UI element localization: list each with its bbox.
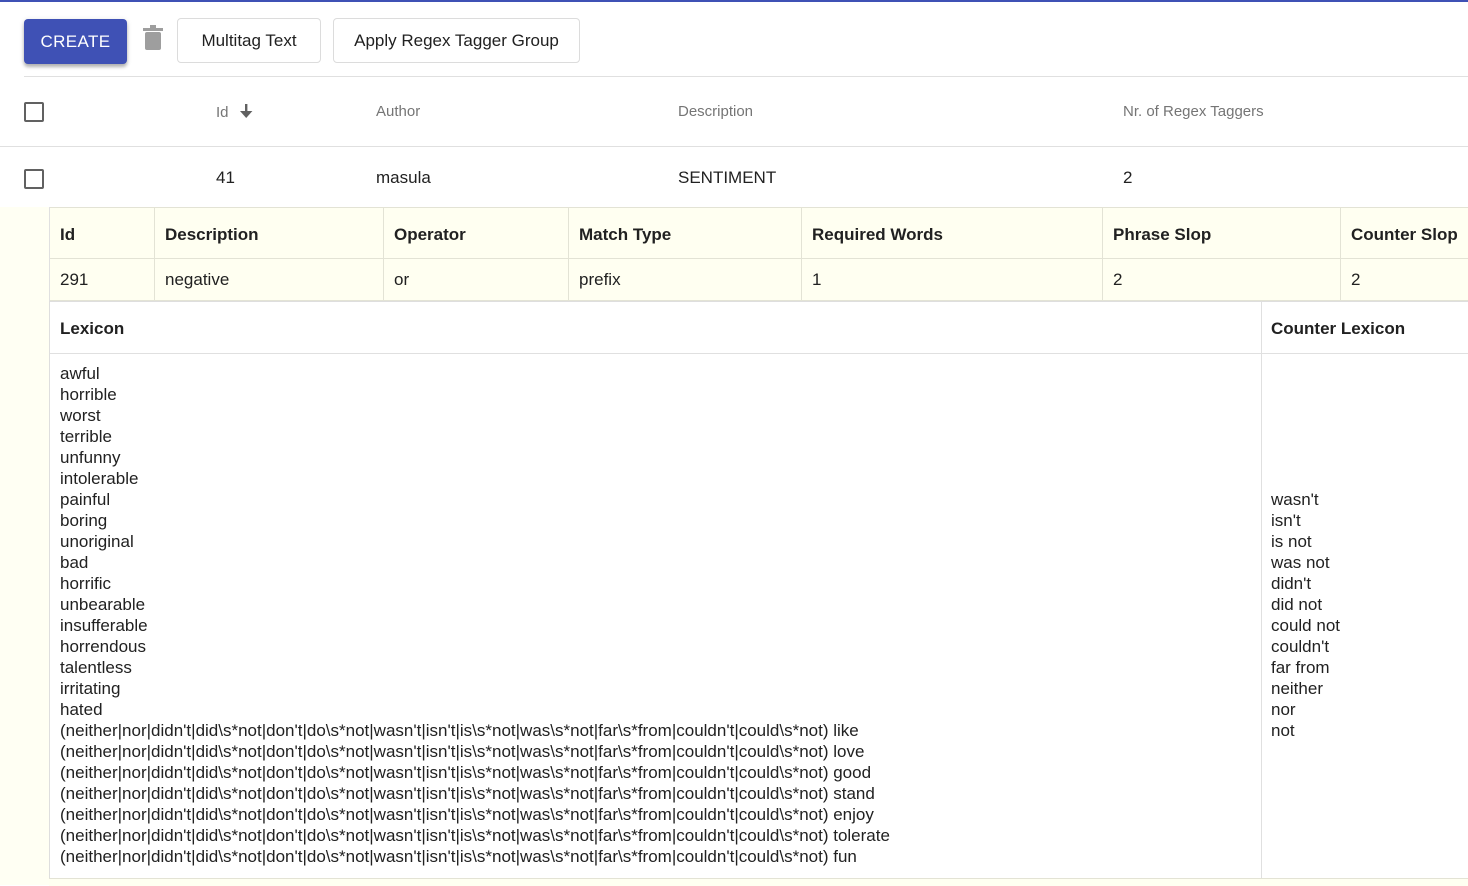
lexicon-item: (neither|nor|didn't|did\s*not|don't|do\s…: [60, 742, 865, 761]
toolbar-divider: [24, 76, 1468, 77]
sub-table-top-border: [50, 207, 1468, 208]
sub-header-description: Description: [165, 225, 259, 244]
sub-header-id: Id: [60, 225, 76, 244]
lexicon-item: irritating: [60, 679, 121, 698]
lexicon-item: horrendous: [60, 637, 147, 656]
sub-table-col-divider: [568, 207, 569, 301]
counter-lexicon-list: wasn't isn't is not was not didn't did not cou…: [1271, 489, 1340, 741]
select-all-checkbox[interactable]: [24, 102, 44, 122]
column-header-id-label: Id: [216, 103, 229, 121]
sub-header-required-words: Required Words: [812, 225, 943, 244]
lexicon-item: hated: [60, 700, 103, 719]
lexicon-item: far from: [1271, 658, 1330, 677]
arrow-down-icon[interactable]: [239, 103, 253, 123]
sub-table-col-divider: [383, 207, 384, 301]
lexicon-item: (neither|nor|didn't|did\s*not|don't|do\s…: [60, 847, 857, 866]
column-header-author[interactable]: Author: [376, 103, 420, 120]
lexicon-header-divider: [50, 353, 1468, 354]
sub-table-col-divider: [1102, 207, 1103, 301]
lexicon-panel: Lexicon Counter Lexicon awful horrible wor…: [49, 301, 1468, 880]
lexicon-item: isn't: [1271, 511, 1301, 530]
lexicon-column-divider: [1261, 302, 1262, 879]
lexicon-item: horrific: [60, 574, 112, 593]
sub-table-header-divider: [50, 258, 1468, 259]
lexicon-item: talentless: [60, 658, 132, 677]
lexicon-item: couldn't: [1271, 637, 1330, 656]
lexicon-item: boring: [60, 511, 108, 530]
lexicon-list: awful horrible worst terrible unfunny intoler…: [60, 363, 890, 867]
lexicon-title: Lexicon: [60, 319, 125, 338]
sub-table-col-divider: [801, 207, 802, 301]
row-checkbox[interactable]: [24, 169, 44, 189]
sub-header-match-type: Match Type: [579, 225, 672, 244]
sub-row-match-type: prefix: [579, 270, 621, 289]
sub-row-operator: or: [394, 270, 410, 289]
sub-header-operator: Operator: [394, 225, 466, 244]
sub-row-id: 291: [60, 270, 89, 289]
lexicon-item: was not: [1271, 553, 1330, 572]
lexicon-item: not: [1271, 721, 1295, 740]
trash-icon[interactable]: [141, 25, 165, 53]
header-divider: [216, 146, 1468, 147]
lexicon-item: is not: [1271, 532, 1312, 551]
lexicon-item: insufferable: [60, 616, 148, 635]
create-button[interactable]: CREATE: [24, 19, 127, 64]
sub-row-counter-slop: 2: [1351, 270, 1361, 289]
sub-header-phrase-slop: Phrase Slop: [1113, 225, 1212, 244]
column-header-description[interactable]: Description: [678, 103, 753, 120]
lexicon-item: worst: [60, 406, 101, 425]
column-header-nr-regex-taggers[interactable]: Nr. of Regex Taggers: [1123, 103, 1264, 120]
lexicon-item: didn't: [1271, 574, 1312, 593]
toolbar: CREATE Multitag Text Apply Regex Tagger …: [0, 0, 1468, 76]
lexicon-item: intolerable: [60, 469, 139, 488]
lexicon-item: (neither|nor|didn't|did\s*not|don't|do\s…: [60, 721, 859, 740]
counter-lexicon-title: Counter Lexicon: [1271, 319, 1406, 338]
lexicon-item: unoriginal: [60, 532, 134, 551]
lexicon-item: (neither|nor|didn't|did\s*not|don't|do\s…: [60, 763, 872, 782]
sub-row-required-words: 1: [812, 270, 822, 289]
lexicon-item: bad: [60, 553, 89, 572]
sub-table-col-divider: [1340, 207, 1341, 301]
row-id: 41: [216, 168, 235, 187]
header-divider-left: [0, 146, 216, 147]
apply-regex-tagger-group-button[interactable]: Apply Regex Tagger Group: [333, 18, 580, 63]
lexicon-item: horrible: [60, 385, 117, 404]
lexicon-item: could not: [1271, 616, 1340, 635]
column-header-id[interactable]: Id: [216, 103, 253, 123]
regex-tagger-table: Id Description Operator Match Type Requi…: [49, 207, 1468, 301]
lexicon-item: (neither|nor|didn't|did\s*not|don't|do\s…: [60, 826, 890, 845]
lexicon-item: wasn't: [1271, 490, 1319, 509]
sub-table-col-divider: [154, 207, 155, 301]
lexicon-item: (neither|nor|didn't|did\s*not|don't|do\s…: [60, 784, 875, 803]
sub-row-phrase-slop: 2: [1113, 270, 1123, 289]
row-nr-regex-taggers: 2: [1123, 168, 1133, 187]
lexicon-item: unbearable: [60, 595, 146, 614]
lexicon-item: neither: [1271, 679, 1323, 698]
lexicon-item: nor: [1271, 700, 1296, 719]
multitag-text-button[interactable]: Multitag Text: [177, 18, 321, 63]
lexicon-item: (neither|nor|didn't|did\s*not|don't|do\s…: [60, 805, 874, 824]
lexicon-item: did not: [1271, 595, 1323, 614]
sub-header-counter-slop: Counter Slop: [1351, 225, 1458, 244]
row-description: SENTIMENT: [678, 168, 777, 187]
lexicon-item: unfunny: [60, 448, 121, 467]
lexicon-item: painful: [60, 490, 111, 509]
lexicon-item: awful: [60, 364, 100, 383]
row-author: masula: [376, 168, 431, 187]
sub-row-description: negative: [165, 270, 230, 289]
lexicon-item: terrible: [60, 427, 112, 446]
